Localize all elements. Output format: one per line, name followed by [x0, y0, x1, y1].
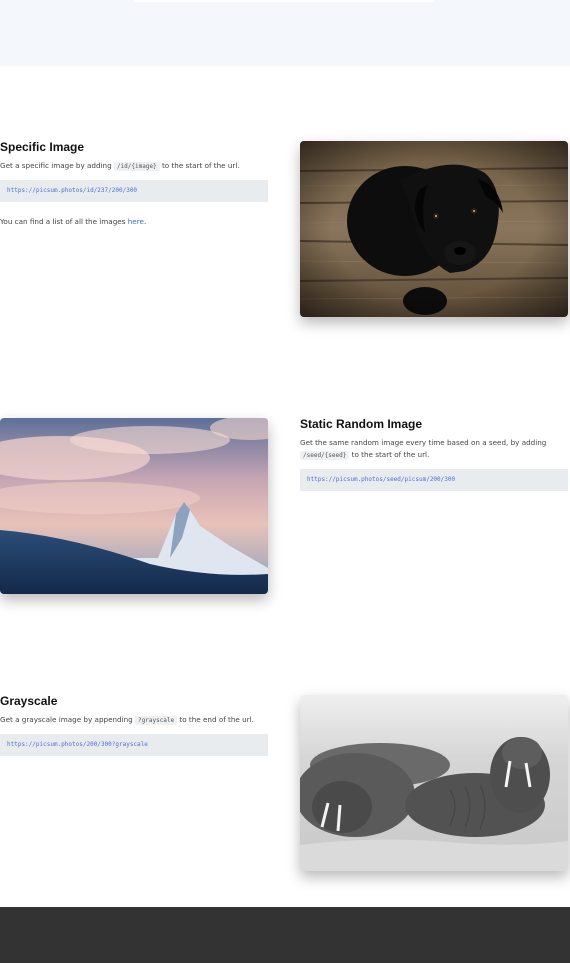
footer: [0, 907, 570, 963]
photo-black-puppy: [300, 141, 568, 317]
photo-mountain-sunset: [0, 418, 268, 594]
inline-code: /id/{image}: [113, 161, 160, 171]
section-title: Specific Image: [0, 140, 85, 154]
hero-divider: [134, 0, 434, 2]
code-example: https://picsum.photos/id/237/200/300: [0, 180, 268, 202]
code-example: https://picsum.photos/seed/picsum/200/30…: [300, 469, 568, 491]
code-example: https://picsum.photos/200/300?grayscale: [0, 734, 268, 756]
inline-code: /seed/{seed}: [300, 450, 350, 460]
section-title: Grayscale: [0, 694, 58, 708]
images-list-link[interactable]: here: [128, 217, 144, 226]
section-title: Static Random Image: [300, 417, 423, 431]
section-description: Get a grayscale image by appending ?gray…: [0, 715, 254, 725]
inline-code: ?grayscale: [135, 715, 178, 725]
hero-band: [0, 0, 570, 66]
photo-walruses-grayscale: [300, 695, 568, 871]
section-description: Get the same random image every time bas…: [300, 438, 547, 460]
section-description: Get a specific image by adding /id/{imag…: [0, 161, 240, 171]
image-list-note: You can find a list of all the images he…: [0, 217, 147, 226]
